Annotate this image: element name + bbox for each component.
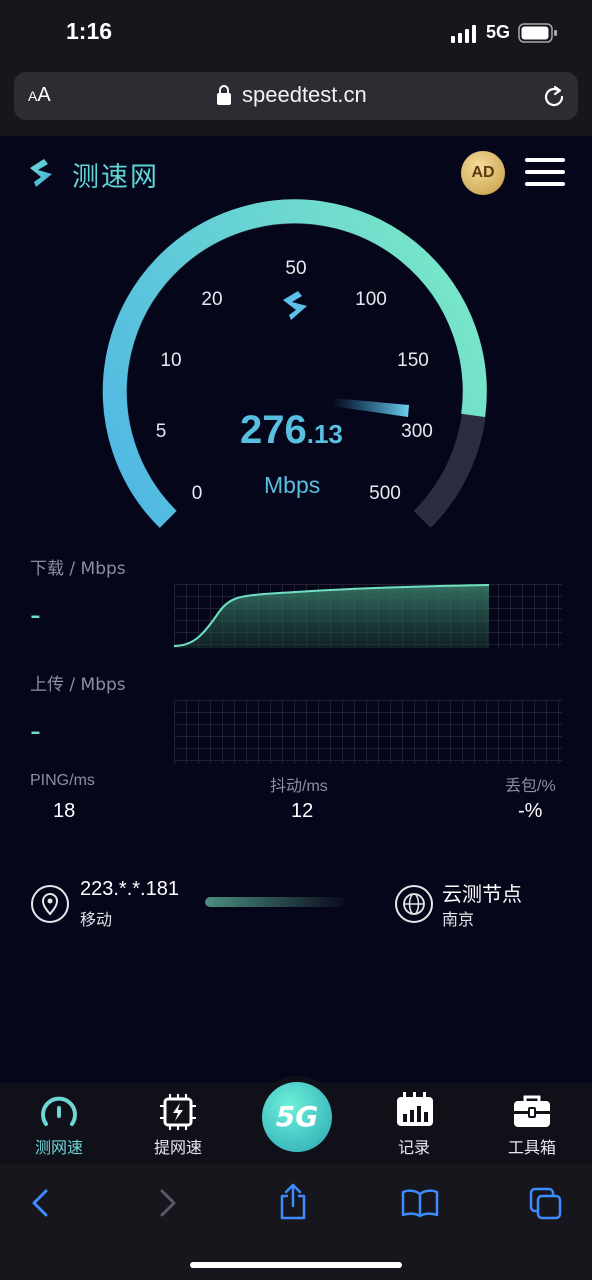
speedometer-icon[interactable] [40, 1094, 78, 1128]
jitter-label: 抖动/ms [270, 778, 328, 795]
tabs-icon[interactable] [528, 1186, 564, 1220]
nav-label-toolbox[interactable]: 工具箱 [508, 1134, 556, 1158]
gauge-center-logo [283, 291, 307, 320]
upload-graph-grid [174, 700, 562, 764]
globe-icon [395, 885, 433, 923]
bookmarks-icon[interactable] [401, 1188, 439, 1218]
location-pin-icon [31, 885, 69, 923]
gauge-tick-150: 150 [397, 350, 429, 371]
nav-label-speedtest[interactable]: 测网速 [35, 1134, 83, 1158]
gauge-tick-0: 0 [191, 483, 203, 504]
gauge-tick-100: 100 [355, 289, 387, 310]
gauge-tick-500: 500 [369, 483, 401, 504]
gauge-tick-10: 10 [160, 350, 182, 371]
calendar-chart-icon[interactable] [395, 1092, 435, 1128]
forward-icon[interactable] [158, 1188, 178, 1218]
toolbox-icon[interactable] [512, 1094, 552, 1128]
ping-value: 18 [53, 800, 76, 822]
server-name[interactable]: 云测节点 [442, 878, 522, 907]
nav-label-boost[interactable]: 提网速 [154, 1134, 202, 1158]
client-ip: 223.*.*.181 [80, 878, 179, 900]
download-value: - [30, 598, 41, 633]
share-icon[interactable] [278, 1183, 308, 1221]
chip-boost-icon[interactable] [160, 1094, 196, 1130]
server-city: 南京 [442, 910, 475, 929]
back-icon[interactable] [30, 1188, 50, 1218]
gauge-tick-50: 50 [285, 258, 307, 279]
jitter-value: 12 [291, 800, 314, 822]
speed-value: 276.13 [240, 408, 343, 452]
client-isp: 移动 [80, 910, 113, 929]
gauge-tick-5: 5 [155, 421, 167, 442]
5g-icon: 5G [275, 1100, 319, 1133]
upload-value: - [30, 714, 41, 749]
download-label: 下载 / Mbps [30, 559, 126, 579]
upload-label: 上传 / Mbps [30, 675, 126, 695]
gauge-tick-20: 20 [201, 289, 223, 310]
5g-button[interactable]: 5G [262, 1082, 332, 1152]
nav-label-records[interactable]: 记录 [398, 1134, 430, 1158]
download-graph [174, 584, 490, 648]
loss-label: 丢包/% [505, 778, 556, 795]
connection-line [205, 897, 345, 907]
speed-unit: Mbps [264, 472, 321, 498]
home-indicator[interactable] [190, 1262, 402, 1268]
loss-value: -% [518, 800, 543, 822]
ping-label: PING/ms [30, 772, 95, 789]
gauge-tick-300: 300 [401, 421, 433, 442]
